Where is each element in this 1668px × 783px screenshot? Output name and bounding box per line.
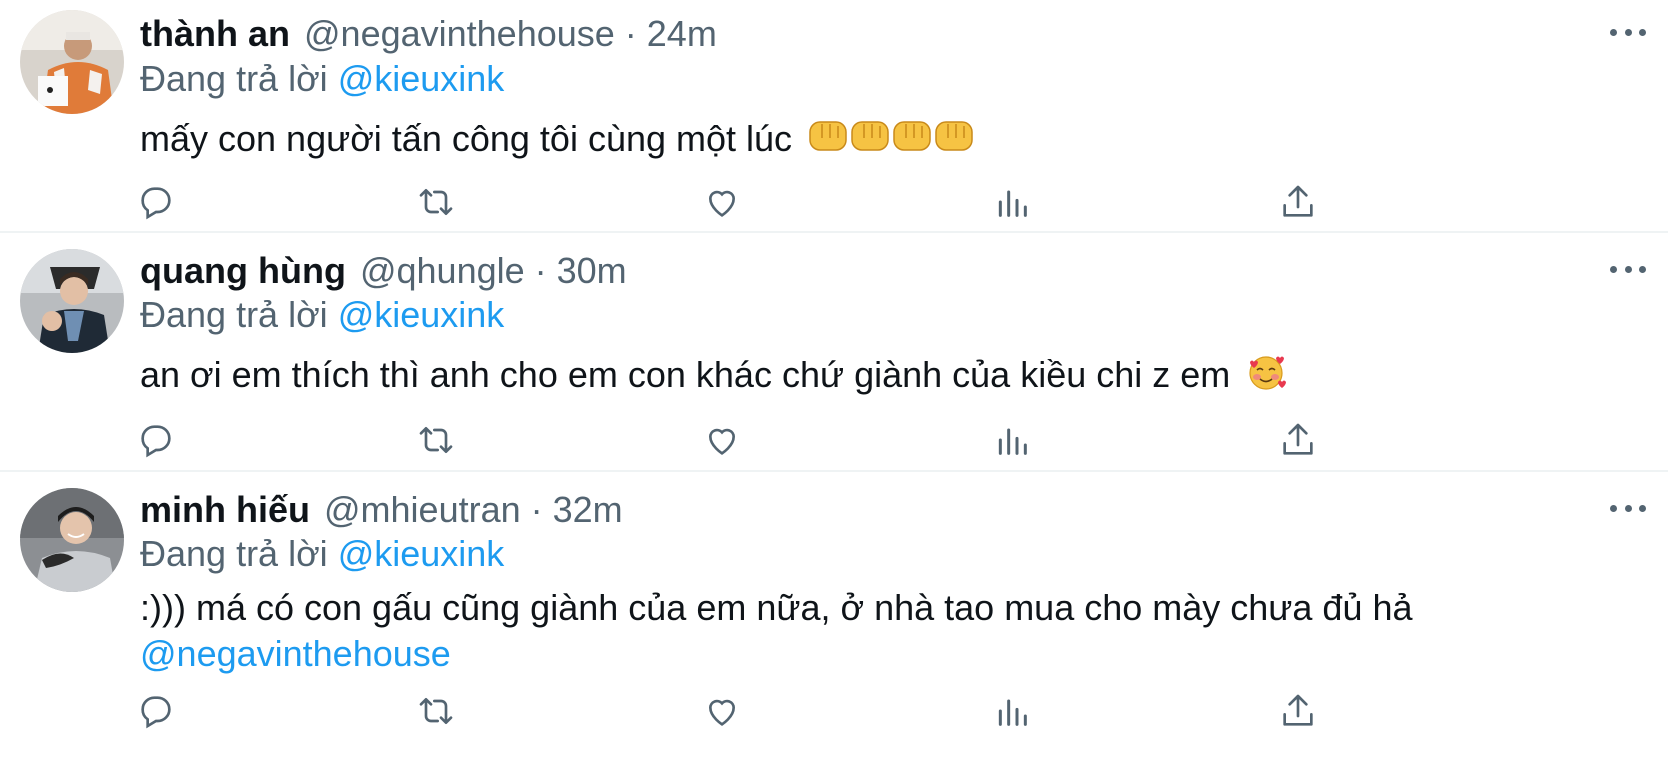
avatar[interactable] xyxy=(20,488,124,592)
text-mention[interactable]: @negavinthehouse xyxy=(140,631,1600,677)
avatar[interactable] xyxy=(20,249,124,353)
more-options-icon[interactable] xyxy=(1610,500,1646,516)
separator: · xyxy=(534,250,547,291)
like-icon[interactable] xyxy=(702,182,742,222)
more-options-icon[interactable] xyxy=(1610,24,1646,40)
separator: · xyxy=(530,489,543,530)
timestamp[interactable]: 24m xyxy=(647,10,717,58)
reply-mention[interactable]: @kieuxink xyxy=(338,58,505,99)
tweet-2[interactable]: quang hùng @qhungle · 30m Đang trả lời @… xyxy=(0,233,1668,470)
timestamp[interactable]: 32m xyxy=(553,486,623,534)
analytics-icon[interactable] xyxy=(992,420,1032,460)
oncoming-fist-emoji xyxy=(808,116,976,167)
replying-label: Đang trả lời xyxy=(140,294,328,335)
separator: · xyxy=(624,13,637,54)
share-icon[interactable] xyxy=(1278,182,1318,222)
display-name[interactable]: minh hiếu xyxy=(140,486,310,534)
tweet-body: an ơi em thích thì anh cho em con khác c… xyxy=(140,354,1231,396)
tweet-text: mấy con người tấn công tôi cùng một lúc xyxy=(140,116,1600,167)
tweet-3[interactable]: minh hiếu @mhieutran · 32m Đang trả lời … xyxy=(0,472,1668,783)
display-name[interactable]: thành an xyxy=(140,10,290,58)
replying-to: Đang trả lời @kieuxink xyxy=(140,56,504,102)
more-options-icon[interactable] xyxy=(1610,261,1646,277)
retweet-icon[interactable] xyxy=(416,182,456,222)
replying-label: Đang trả lời xyxy=(140,58,328,99)
share-icon[interactable] xyxy=(1278,691,1318,731)
tweet-body: mấy con người tấn công tôi cùng một lúc xyxy=(140,118,793,160)
user-handle[interactable]: @qhungle xyxy=(360,247,525,295)
timestamp[interactable]: 30m xyxy=(557,247,627,295)
analytics-icon[interactable] xyxy=(992,691,1032,731)
tweet-actions xyxy=(140,691,1420,731)
reply-icon[interactable] xyxy=(136,182,176,222)
avatar[interactable] xyxy=(20,10,124,114)
tweet-header: thành an @negavinthehouse · 24m xyxy=(140,10,717,58)
reply-mention[interactable]: @kieuxink xyxy=(338,533,505,574)
tweet-actions xyxy=(140,420,1420,460)
reply-mention[interactable]: @kieuxink xyxy=(338,294,505,335)
user-handle[interactable]: @negavinthehouse xyxy=(304,10,615,58)
retweet-icon[interactable] xyxy=(416,691,456,731)
user-handle[interactable]: @mhieutran xyxy=(324,486,521,534)
display-name[interactable]: quang hùng xyxy=(140,247,346,295)
reply-icon[interactable] xyxy=(136,420,176,460)
tweet-header: quang hùng @qhungle · 30m xyxy=(140,247,627,295)
tweet-body: :))) má có con gấu cũng giành của em nữa… xyxy=(140,587,1413,628)
share-icon[interactable] xyxy=(1278,420,1318,460)
tweet-text: :))) má có con gấu cũng giành của em nữa… xyxy=(140,585,1600,677)
smiling-face-with-hearts-emoji xyxy=(1246,352,1287,403)
reply-icon[interactable] xyxy=(136,691,176,731)
like-icon[interactable] xyxy=(702,691,742,731)
analytics-icon[interactable] xyxy=(992,182,1032,222)
tweet-1[interactable]: thành an @negavinthehouse · 24m Đang trả… xyxy=(0,0,1668,232)
like-icon[interactable] xyxy=(702,420,742,460)
replying-label: Đang trả lời xyxy=(140,533,328,574)
replying-to: Đang trả lời @kieuxink xyxy=(140,292,504,338)
tweet-text: an ơi em thích thì anh cho em con khác c… xyxy=(140,352,1600,403)
replying-to: Đang trả lời @kieuxink xyxy=(140,531,504,577)
tweet-actions xyxy=(140,182,1420,222)
tweet-header: minh hiếu @mhieutran · 32m xyxy=(140,486,623,534)
retweet-icon[interactable] xyxy=(416,420,456,460)
